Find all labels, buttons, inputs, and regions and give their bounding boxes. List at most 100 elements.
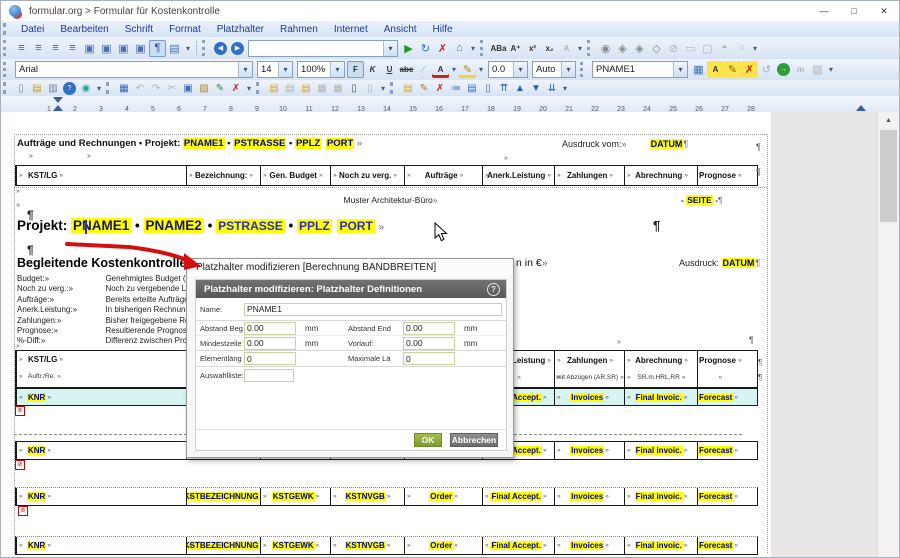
placeholder-field[interactable]: Invoices — [570, 541, 604, 550]
formatting-marks-icon[interactable]: ¶ — [149, 40, 166, 57]
placeholder-field[interactable]: Final Accept. — [490, 541, 542, 550]
print-icon[interactable]: ▥ — [45, 81, 61, 95]
placeholder-field[interactable]: KSTGEWK — [272, 541, 315, 550]
maximize-button[interactable]: □ — [839, 1, 869, 21]
placeholder-copy-icon[interactable]: ▨ — [809, 61, 826, 78]
table-cell[interactable]: » KNR » — [16, 488, 186, 505]
placeholder-field[interactable]: KNR — [27, 492, 46, 501]
overflow-icon[interactable]: ▾ — [826, 61, 836, 78]
placeholder-datum[interactable]: DATUM — [722, 258, 756, 268]
navigation-combo[interactable]: ▾ — [248, 40, 398, 57]
frame-middle-icon[interactable]: ▣ — [98, 40, 115, 57]
abstand-end-input[interactable] — [403, 322, 455, 335]
overflow-icon[interactable]: ▾ — [560, 81, 570, 95]
placeholder-field[interactable]: Final invoic. — [635, 492, 683, 501]
table-cell[interactable]: » Order » — [404, 488, 482, 505]
menu-platzhalter[interactable]: Platzhalter — [209, 24, 272, 35]
toolbar-grip[interactable] — [3, 23, 11, 34]
toolbar-grip[interactable] — [256, 82, 264, 93]
save-icon[interactable]: ▦ — [116, 81, 132, 95]
placeholder-combo[interactable]: PNAME1 ▾ — [592, 61, 688, 78]
table-cell[interactable]: » Final invoic. » — [624, 488, 697, 505]
stop-icon[interactable]: ✗ — [434, 40, 451, 57]
placeholder-port[interactable]: PORT — [337, 219, 374, 233]
find-icon[interactable]: ◉ — [597, 40, 614, 57]
table-cell[interactable]: » Noch zu verg. » — [330, 166, 404, 185]
rounded-rectangle-shape-icon[interactable]: ▢ — [699, 40, 716, 57]
frame-top-icon[interactable]: ▣ — [81, 40, 98, 57]
highlight-color-icon[interactable]: ✎ — [459, 61, 476, 78]
copy-format-icon[interactable]: ▤ — [400, 81, 416, 95]
align-center-icon[interactable]: ≡ — [30, 40, 47, 57]
cancel-button[interactable]: Abbrechen — [450, 433, 498, 447]
table-cell[interactable]: » Invoices » — [554, 442, 624, 459]
table-cell[interactable]: » Forecast » — [697, 488, 738, 505]
placeholder-seite[interactable]: SEITE — [686, 195, 713, 205]
table-cell[interactable]: » Zahlungen » — [554, 166, 624, 185]
bold-icon[interactable]: F — [347, 61, 364, 78]
placeholder-pstrasse[interactable]: PSTRASSE — [233, 138, 286, 149]
spacing-combo[interactable]: 0.0 ▾ — [488, 61, 528, 78]
table-cell[interactable]: » KSTGEWK » — [260, 537, 330, 554]
table-cell[interactable]: » KSTBEZEICHNUNG » — [186, 537, 260, 554]
toolbar-grip[interactable] — [3, 62, 11, 77]
undo-icon[interactable]: ↶ — [132, 81, 148, 95]
menu-format[interactable]: Format — [161, 24, 209, 35]
table-cell[interactable]: » KSTNVGB » — [330, 488, 404, 505]
list-icon[interactable]: ≔ — [448, 81, 464, 95]
toolbar-grip[interactable] — [202, 40, 210, 55]
placeholder-field[interactable]: Final invoic. — [635, 541, 683, 550]
placeholder-field[interactable]: Invoices — [570, 446, 604, 455]
table-cell[interactable]: » Invoices » — [554, 488, 624, 505]
toolbar-grip[interactable] — [3, 82, 11, 93]
overflow-icon[interactable]: ▾ — [750, 40, 760, 57]
table-cell[interactable]: » Prognose » — [697, 166, 742, 185]
cut-icon[interactable]: ✂ — [164, 81, 180, 95]
font-color-arrow-icon[interactable]: ▾ — [449, 61, 459, 78]
placeholder-field[interactable]: KSTBEZEICHNUNG — [186, 492, 260, 501]
anchor-marker-icon[interactable]: ⊘ — [18, 506, 28, 516]
auswahlliste-input[interactable] — [244, 369, 294, 382]
overflow-icon[interactable]: ▾ — [183, 40, 193, 57]
toolbar-grip[interactable] — [587, 40, 595, 55]
vertical-scrollbar[interactable]: ▲ — [877, 112, 899, 557]
legend-row[interactable]: %-Diff:» Differenz zwischen Pro — [17, 334, 194, 344]
table-cell[interactable]: » Forecast » — [697, 537, 738, 554]
legend-row[interactable]: Zahlungen:» Bisher freigegebene Re — [17, 314, 194, 324]
goto-bottom-icon[interactable]: ⇊ — [544, 81, 560, 95]
copy-icon[interactable]: ▣ — [180, 81, 196, 95]
folder-icon[interactable]: ▤ — [464, 81, 480, 95]
table-cell[interactable]: » Final Accept. » — [482, 488, 554, 505]
placeholder-misc-icon[interactable]: m — [792, 61, 809, 78]
clear-format-icon[interactable]: ⁄ — [415, 61, 432, 78]
placeholder-field[interactable]: KNR — [27, 393, 46, 402]
font-name-combo[interactable]: Arial ▾ — [15, 61, 253, 78]
mindestzeile-input[interactable] — [244, 337, 296, 350]
legend-row[interactable]: Anerk.Leistung:» In bisherigen Rechnunge — [17, 303, 194, 313]
align-justify-icon[interactable]: ≡ — [64, 40, 81, 57]
open-template-icon[interactable]: ▤ — [266, 81, 282, 95]
help-icon[interactable]: ? — [63, 82, 76, 95]
anchor-marker-icon[interactable]: ⊘ — [15, 406, 25, 416]
paste-icon[interactable]: ▨ — [196, 81, 212, 95]
table-cell[interactable]: » Final invoic. » — [624, 537, 697, 554]
placeholder-field[interactable]: Invoices — [570, 393, 604, 402]
dialog-title[interactable]: Platzhalter modifizieren [Berechnung BAN… — [187, 259, 513, 276]
chevron-down-icon[interactable]: ▾ — [673, 62, 687, 77]
edit-fields-icon[interactable]: ✎ — [212, 81, 228, 95]
speech-bubble-shape-icon[interactable]: ◓ — [716, 40, 733, 57]
table-cell[interactable]: » Final Invoic. » — [624, 389, 697, 405]
run-icon[interactable]: ▶ — [400, 40, 417, 57]
table-cell[interactable]: » Final invoic. » — [624, 442, 697, 459]
font-color-icon[interactable]: A — [432, 61, 449, 78]
chevron-down-icon[interactable]: ▾ — [238, 62, 252, 77]
font-grow-icon[interactable]: A⁺ — [507, 40, 524, 57]
toolbar-grip[interactable] — [390, 82, 398, 93]
toolbar-grip[interactable] — [580, 62, 588, 77]
toolbar-grip[interactable] — [106, 82, 114, 93]
overflow-icon[interactable]: ▾ — [244, 81, 254, 95]
legend-row[interactable]: Aufträge:» Bereits erteilte Aufträge — [17, 293, 194, 303]
placeholder-highlight-icon[interactable]: A — [707, 61, 724, 78]
placeholder-field[interactable]: Invoices — [570, 492, 604, 501]
placeholder-insert-icon[interactable]: → — [777, 63, 790, 76]
